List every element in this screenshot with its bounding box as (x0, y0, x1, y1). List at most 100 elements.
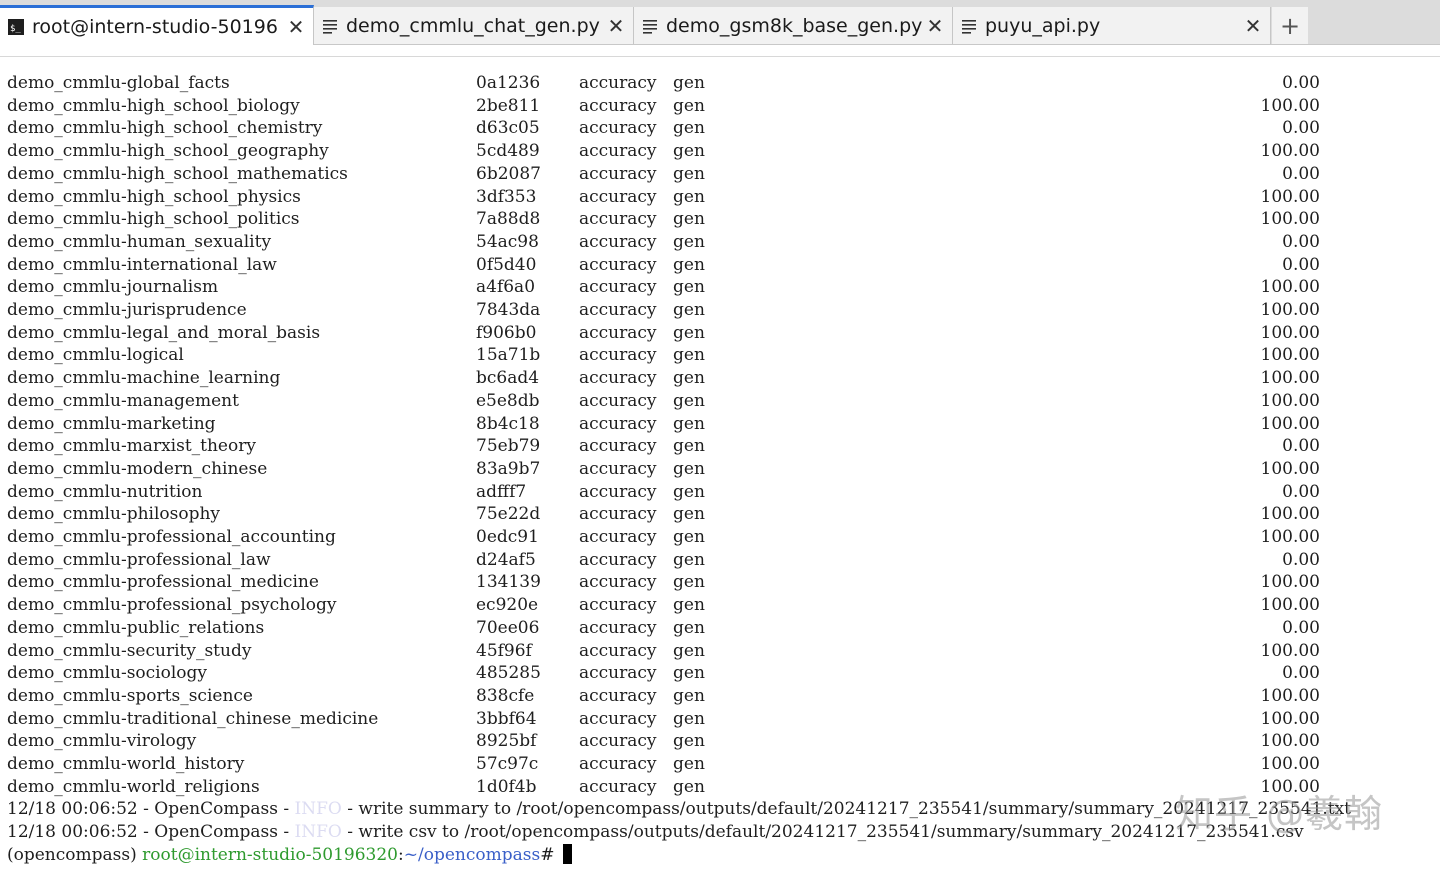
dataset-version: 134139 (476, 572, 541, 593)
dataset-name: demo_cmmlu-high_school_biology (7, 95, 300, 116)
table-row: demo_cmmlu-high_school_geography 5cd489 ac… (0, 140, 1440, 163)
tab-demo-gsm8k-base-gen[interactable]: demo_gsm8k_base_gen.py ✕ (634, 7, 953, 44)
dataset-metric: accuracy (579, 254, 657, 275)
dataset-score: 0.00 (1282, 231, 1320, 252)
dataset-metric: accuracy (579, 527, 657, 547)
dataset-version: bc6ad4 (476, 368, 540, 389)
dataset-score: 0.00 (1282, 118, 1320, 139)
dataset-score: 0.00 (1282, 663, 1320, 684)
dataset-mode: gen (673, 413, 705, 434)
dataset-metric: accuracy (579, 640, 657, 661)
dataset-name: demo_cmmlu-virology (7, 731, 197, 752)
dataset-mode: gen (673, 300, 705, 320)
new-tab-button[interactable]: + (1272, 7, 1308, 44)
dataset-version: 6b2087 (476, 163, 541, 184)
dataset-mode: gen (673, 663, 705, 684)
dataset-metric: accuracy (579, 776, 657, 797)
dataset-name: demo_cmmlu-sports_science (7, 685, 253, 706)
tab-bar: $_ root@intern-studio-50196 ✕ demo_cmmlu… (0, 0, 1440, 45)
close-icon[interactable]: ✕ (924, 14, 946, 38)
terminal-divider (0, 56, 1440, 57)
dataset-score: 100.00 (1260, 141, 1320, 162)
dataset-name: demo_cmmlu-global_facts (7, 73, 230, 93)
dataset-version: 57c97c (476, 754, 539, 774)
dataset-metric: accuracy (579, 300, 657, 320)
dataset-name: demo_cmmlu-world_religions (7, 776, 260, 797)
dataset-mode: gen (673, 504, 705, 525)
dataset-score: 0.00 (1282, 549, 1320, 570)
dataset-metric: accuracy (579, 231, 657, 252)
terminal-output[interactable]: demo_cmmlu-global_facts 0a1236 accuracy gen… (0, 60, 1440, 869)
dataset-version: 3df353 (476, 186, 537, 207)
dataset-name: demo_cmmlu-professional_law (7, 549, 271, 570)
dataset-version: 485285 (476, 663, 541, 684)
dataset-version: 15a71b (476, 345, 541, 366)
dataset-version: d63c05 (476, 118, 540, 139)
dataset-name: demo_cmmlu-nutrition (7, 481, 203, 502)
dataset-score: 0.00 (1282, 73, 1320, 93)
dataset-metric: accuracy (579, 595, 657, 616)
dataset-mode: gen (673, 73, 705, 93)
dataset-version: ec920e (476, 595, 539, 616)
dataset-version: 8b4c18 (476, 413, 540, 434)
table-row: demo_cmmlu-high_school_physics 3df353 accu… (0, 186, 1440, 209)
dataset-version: adfff7 (476, 481, 527, 502)
dataset-version: 1d0f4b (476, 776, 537, 797)
dataset-score: 0.00 (1282, 163, 1320, 184)
table-row: demo_cmmlu-marxist_theory 75eb79 accuracy g… (0, 435, 1440, 458)
dataset-metric: accuracy (579, 708, 657, 729)
dataset-metric: accuracy (579, 754, 657, 774)
dataset-name: demo_cmmlu-high_school_physics (7, 186, 301, 207)
dataset-version: 75e22d (476, 504, 541, 525)
dataset-score: 0.00 (1282, 254, 1320, 275)
dataset-metric: accuracy (579, 685, 657, 706)
tab-label: demo_gsm8k_base_gen.py (666, 14, 923, 37)
tab-puyu-api[interactable]: puyu_api.py ✕ (953, 7, 1271, 44)
table-row: demo_cmmlu-professional_medicine 134139 ac… (0, 571, 1440, 594)
table-row: demo_cmmlu-professional_accounting 0edc91… (0, 526, 1440, 549)
dataset-metric: accuracy (579, 277, 657, 298)
dataset-mode: gen (673, 368, 705, 389)
dataset-score: 100.00 (1260, 504, 1320, 525)
dataset-score: 100.00 (1260, 754, 1320, 774)
prompt-path: ~/opencompass (403, 845, 541, 865)
table-row: demo_cmmlu-virology 8925bf accuracy gen 100.… (0, 730, 1440, 753)
dataset-mode: gen (673, 436, 705, 457)
dataset-name: demo_cmmlu-international_law (7, 254, 277, 275)
dataset-version: 7a88d8 (476, 209, 541, 230)
dataset-name: demo_cmmlu-professional_accounting (7, 527, 336, 547)
tab-demo-cmmlu-chat-gen[interactable]: demo_cmmlu_chat_gen.py ✕ (314, 7, 634, 44)
close-icon[interactable]: ✕ (605, 14, 627, 38)
close-icon[interactable]: ✕ (1242, 14, 1264, 38)
terminal-icon: $_ (8, 18, 24, 35)
dataset-name: demo_cmmlu-legal_and_moral_basis (7, 322, 321, 343)
dataset-mode: gen (673, 322, 705, 343)
dataset-name: demo_cmmlu-machine_learning (7, 368, 281, 389)
document-icon (643, 19, 657, 34)
table-row: demo_cmmlu-sports_science 838cfe accuracy g… (0, 685, 1440, 708)
table-row: demo_cmmlu-sociology 485285 accuracy gen 0.0… (0, 662, 1440, 685)
dataset-name: demo_cmmlu-public_relations (7, 617, 265, 638)
dataset-metric: accuracy (579, 436, 657, 457)
dataset-score: 100.00 (1260, 186, 1320, 207)
dataset-metric: accuracy (579, 95, 657, 116)
dataset-score: 100.00 (1260, 708, 1320, 729)
text-cursor (562, 844, 572, 864)
dataset-mode: gen (673, 617, 705, 638)
tab-terminal[interactable]: $_ root@intern-studio-50196 ✕ (0, 5, 314, 45)
dataset-score: 100.00 (1260, 300, 1320, 320)
prompt-user-host: root@intern-studio-50196320 (142, 845, 398, 865)
table-row: demo_cmmlu-high_school_biology 2be811 accu… (0, 95, 1440, 118)
table-row: demo_cmmlu-security_study 45f96f accuracy g… (0, 640, 1440, 663)
table-row: demo_cmmlu-legal_and_moral_basis f906b0 ac… (0, 322, 1440, 345)
shell-prompt[interactable]: (opencompass) root@intern-studio-5019632… (7, 844, 572, 867)
close-icon[interactable]: ✕ (285, 15, 307, 39)
dataset-score: 0.00 (1282, 481, 1320, 502)
dataset-version: 8925bf (476, 731, 537, 752)
dataset-name: demo_cmmlu-jurisprudence (7, 300, 247, 320)
dataset-mode: gen (673, 595, 705, 616)
log-level: INFO (294, 822, 342, 842)
dataset-metric: accuracy (579, 504, 657, 525)
dataset-mode: gen (673, 527, 705, 547)
dataset-version: 83a9b7 (476, 458, 541, 479)
